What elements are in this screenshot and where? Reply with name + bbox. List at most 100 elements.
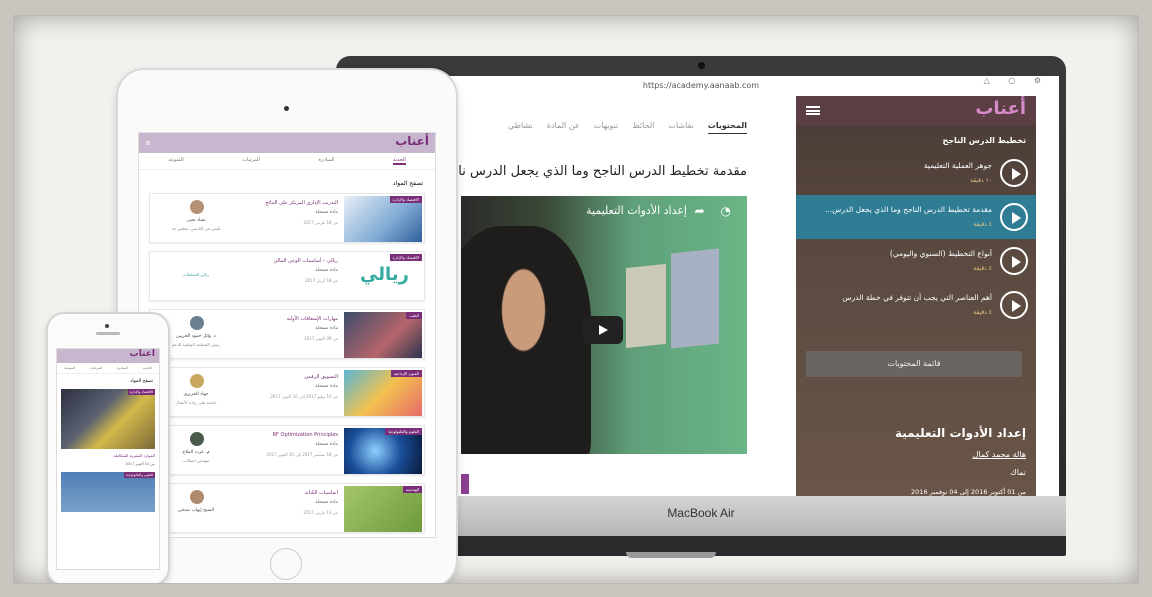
course-thumbnail: الهندسة: [344, 486, 422, 532]
tab-new[interactable]: الجديد: [143, 366, 152, 370]
tab-contents[interactable]: المحتويات: [707, 121, 747, 134]
course-date: من 01 أكتوبر 2017: [125, 462, 155, 466]
tab-visuals[interactable]: المرئيات: [242, 157, 260, 165]
avatar: [190, 374, 204, 388]
course-thumbnail: الفنون الإبداعية: [344, 370, 422, 416]
course-tabs: المحتويات نقاشات الحائط تنويهات عن الماد…: [508, 121, 747, 134]
course-date: من 18 مارس 2017: [303, 220, 338, 225]
tab-misc[interactable]: المنوعة: [168, 157, 184, 165]
tab-about[interactable]: عن المادة: [547, 121, 580, 134]
tab-initiative[interactable]: المبادرة: [117, 366, 128, 370]
tab-wall[interactable]: الحائط: [632, 121, 654, 134]
course-card[interactable]: الاقتصاد والإدارة التدريب الإداري المرتك…: [149, 193, 425, 243]
lesson-item[interactable]: أهم العناصر التي يجب أن تتوفر في خطة الد…: [796, 283, 1036, 327]
course-meta: مادة مسجلة: [315, 210, 338, 215]
author-subtitle: جامعة على ريادة الأعمال: [175, 400, 217, 405]
author-subtitle: رئيس المنظمة الوطنية للدعم: [171, 342, 221, 347]
avatar: [190, 200, 204, 214]
tab-announcements[interactable]: تنويهات: [594, 121, 619, 134]
lesson-label: أنواع التخطيط (السنوي واليومي): [889, 249, 992, 258]
laptop-camera: [698, 62, 705, 69]
category-tag: الاقتصاد والإدارة: [389, 196, 422, 203]
course-meta: مادة مسجلة: [315, 442, 338, 447]
course-title: RF Optimization Principles: [272, 432, 338, 438]
lesson-time: ٤ دقيقة: [973, 221, 992, 228]
course-dates: من 01 أكتوبر 2016 إلى 04 نوفمبر 2016: [911, 488, 1026, 496]
tab-new[interactable]: الجديد: [393, 157, 406, 165]
phone-screen: أعناب المنوعة المرئيات المبادرة الجديد ت…: [56, 348, 160, 570]
teacher-link[interactable]: هالة محمد كمال: [973, 450, 1026, 459]
category-tag: الاقتصاد والإدارة: [389, 254, 422, 261]
course-thumbnail: الاقتصاد والإدارة: [344, 196, 422, 242]
course-title: التسويق الرقمي: [304, 374, 338, 380]
course-meta: مادة مسجلة: [315, 268, 338, 273]
author-name: د. وائل حمود الحزبين: [176, 334, 216, 339]
category-tag: الهندسة: [403, 486, 422, 493]
course-title: الموارد البشرية المتكاملة: [113, 453, 155, 458]
riyali-logo: ريالي: [360, 264, 409, 285]
video-player[interactable]: إعداد الأدوات التعليمية ➦ ◔: [461, 196, 747, 454]
lesson-title: مقدمة تخطيط الدرس الناجح وما الذي يجعل ا…: [458, 164, 747, 179]
author-name: جهاد الحريزي: [183, 392, 209, 397]
course-thumbnail[interactable]: العلوم والتكنولوجيا: [61, 472, 155, 512]
author-name: م. عزت الملاح: [182, 450, 210, 455]
course-date: من 18 سبتمبر 2017 إلى 10 أكتوبر 2017: [266, 452, 338, 457]
category-tag: العلوم والتكنولوجيا: [124, 472, 155, 478]
author-subtitle: مهندس اتصالات: [182, 458, 210, 463]
course-date: من 13 مارس 2017: [303, 510, 338, 515]
lesson-label: أهم العناصر التي يجب أن تتوفر في خطة الد…: [842, 293, 992, 302]
phone-speaker: [96, 332, 120, 335]
course-thumbnail: العلوم والتكنولوجيا: [344, 428, 422, 474]
phone-header: أعناب: [57, 349, 159, 363]
home-button[interactable]: [270, 548, 302, 580]
hamburger-icon[interactable]: [806, 106, 820, 115]
tab-initiative[interactable]: المبادرة: [318, 157, 334, 165]
lesson-sidebar: أعناب تخطيط الدرس الناجح جوهر العملية ال…: [796, 96, 1036, 508]
contents-list-button[interactable]: قائمة المحتويات: [806, 351, 1022, 377]
avatar: [190, 316, 204, 330]
author-subtitle: تأتيني في أكاديمي، معلمي قد: [171, 226, 221, 231]
play-circle-icon[interactable]: [1000, 203, 1028, 231]
menu-icon[interactable]: ≡: [145, 139, 151, 147]
avatar: [190, 490, 204, 504]
course-title: ريالي – أساسيات الوعي المالي: [273, 258, 338, 264]
phone-camera: [105, 324, 109, 328]
lesson-item[interactable]: جوهر العملية التعليمية ١٠ دقيقة: [796, 151, 1036, 195]
video-background-panel: [626, 263, 666, 349]
course-date: من 18 أبريل 2017: [305, 278, 338, 283]
course-title: إعداد الأدوات التعليمية: [894, 426, 1026, 440]
lesson-label: جوهر العملية التعليمية: [923, 161, 992, 170]
lesson-time: ٤ دقيقة: [973, 265, 992, 272]
course-card[interactable]: الفنون الإبداعية التسويق الرقمي مادة مسج…: [149, 367, 425, 417]
next-button[interactable]: [461, 474, 469, 494]
course-thumbnail: الاقتصاد والإدارة ريالي: [344, 254, 422, 300]
logo: أعناب: [975, 98, 1026, 119]
logo: أعناب: [129, 349, 155, 359]
course-title: التدريب الإداري المرتكز على النتائج: [265, 200, 338, 206]
lesson-item-active[interactable]: مقدمة تخطيط الدرس الناجح وما الذي يجعل ا…: [796, 195, 1036, 239]
category-tag: العلوم والتكنولوجيا: [385, 428, 422, 435]
frame: https://academy.aanaab.com △ ○ ⚙ المحتوي…: [14, 16, 1138, 583]
lesson-item[interactable]: أنواع التخطيط (السنوي واليومي) ٤ دقيقة: [796, 239, 1036, 283]
tab-my-activity[interactable]: نشاطي: [508, 121, 533, 134]
tab-discussions[interactable]: نقاشات: [668, 121, 693, 134]
tab-misc[interactable]: المنوعة: [64, 366, 75, 370]
phone: أعناب المنوعة المرئيات المبادرة الجديد ت…: [48, 314, 168, 583]
sidebar-header: أعناب: [796, 96, 1036, 126]
play-circle-icon[interactable]: [1000, 247, 1028, 275]
course-card[interactable]: الهندسة أساسيات الكتابة مادة مسجلة من 13…: [149, 483, 425, 533]
video-share-icons[interactable]: ➦ ◔: [695, 204, 737, 218]
course-card[interactable]: الاقتصاد والإدارة ريالي ريالي – أساسيات …: [149, 251, 425, 301]
course-card[interactable]: العلوم والتكنولوجيا RF Optimization Prin…: [149, 425, 425, 475]
tablet-header: ≡ أعناب: [139, 133, 435, 153]
tablet-camera: [284, 106, 289, 111]
course-card[interactable]: الطب مهارات الإسعافات الأولية مادة مسجلة…: [149, 309, 425, 359]
play-circle-icon[interactable]: [1000, 291, 1028, 319]
play-icon[interactable]: [583, 316, 623, 344]
course-title: مهارات الإسعافات الأولية: [286, 316, 338, 322]
sidebar-heading: تخطيط الدرس الناجح: [942, 136, 1026, 145]
section-title: تصفح المواد: [392, 180, 423, 187]
tab-visuals[interactable]: المرئيات: [90, 366, 102, 370]
course-thumbnail[interactable]: الاقتصاد والإدارة: [61, 389, 155, 449]
play-circle-icon[interactable]: [1000, 159, 1028, 187]
